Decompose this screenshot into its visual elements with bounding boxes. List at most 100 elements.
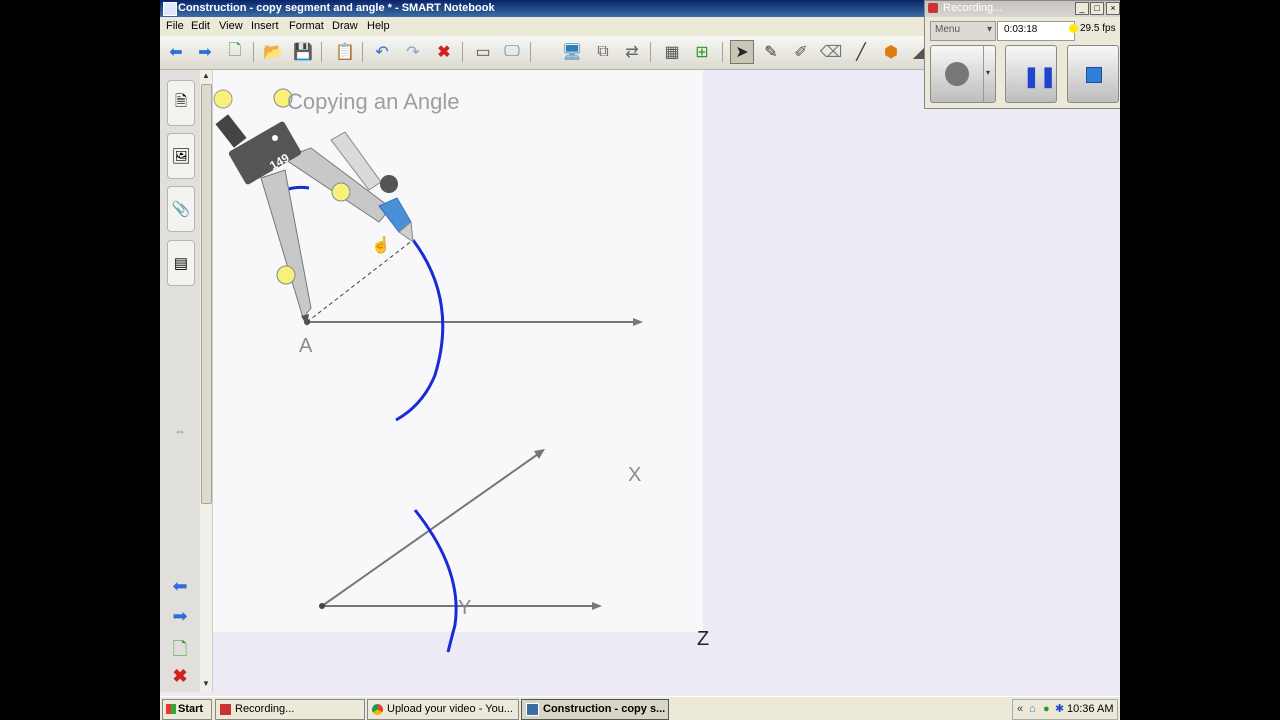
compass-radius-line [306, 239, 414, 323]
display-icon[interactable]: 🖥 [561, 41, 583, 63]
menu-format[interactable]: Format [289, 20, 324, 32]
recording-timer: 0:03:18 [997, 21, 1075, 41]
windows-flag-icon [166, 704, 176, 715]
minimize-icon[interactable]: _ [1075, 2, 1089, 15]
stop-icon [1086, 67, 1102, 83]
window-title: Construction - copy segment and angle * … [178, 2, 495, 14]
fps-readout: 29.5 fps [1069, 21, 1119, 39]
record-dot-icon [945, 62, 969, 86]
creative-pen-icon[interactable]: ✐ [790, 41, 812, 63]
delete-icon[interactable]: ✖ [433, 41, 455, 63]
dual-page-icon[interactable]: ⇄ [621, 41, 643, 63]
recording-title: Recording... [943, 2, 1003, 14]
stop-button[interactable] [1067, 45, 1119, 103]
eraser-icon[interactable]: ⌫ [820, 41, 843, 63]
close-icon[interactable]: × [1106, 2, 1120, 15]
scroll-up-icon[interactable]: ▲ [201, 71, 211, 83]
insert-icon[interactable]: ⊞ [691, 41, 713, 63]
save-icon[interactable]: 💾 [292, 41, 314, 63]
gallery-icon[interactable]: 🖼 [167, 133, 195, 179]
add-page-side-icon[interactable]: 🗋 [169, 637, 191, 667]
attachments-icon[interactable]: 📎 [167, 186, 195, 232]
task-label: Construction - copy s... [543, 703, 666, 715]
menu-edit[interactable]: Edit [191, 20, 210, 32]
record-icon [928, 3, 938, 13]
chrome-icon [372, 703, 383, 715]
next-page-icon[interactable]: ➡ [169, 606, 191, 627]
construction-arc-a [395, 239, 445, 422]
scroll-down-icon[interactable]: ▼ [201, 679, 211, 691]
system-tray: « ⌂ ● ✱ 10:36 AM [1012, 699, 1118, 720]
ray-yz-arrowhead [592, 602, 602, 610]
ray-yx-arrowhead [534, 449, 545, 459]
network-icon[interactable]: ⌂ [1029, 700, 1036, 719]
delete-page-icon[interactable]: ✖ [169, 666, 191, 687]
capture-icon[interactable]: ⧉ [592, 41, 614, 63]
task-label: Upload your video - You... [387, 703, 513, 715]
title-handle[interactable] [213, 89, 233, 109]
clock[interactable]: 10:36 AM [1067, 700, 1113, 719]
menu-help[interactable]: Help [367, 20, 390, 32]
compass-tool[interactable] [215, 88, 414, 326]
menu-draw[interactable]: Draw [332, 20, 358, 32]
record-dropdown-icon[interactable]: ▾ [986, 68, 990, 77]
recording-widget: Recording... _ □ × Menu ▾ 0:03:18 29.5 f… [924, 0, 1120, 109]
screen: Construction - copy segment and angle * … [160, 0, 1120, 720]
chevron-down-icon: ▾ [986, 24, 992, 35]
paste-icon[interactable]: 📋 [334, 41, 356, 63]
vertical-scrollbar[interactable]: ▲ ▼ [200, 70, 213, 692]
pause-icon: ❚❚ [1023, 66, 1057, 88]
open-folder-icon[interactable]: 📂 [262, 41, 284, 63]
menu-insert[interactable]: Insert [251, 20, 279, 32]
side-tab-panel: 🗎 🖼 📎 ▤ ⇔ ⬅ ➡ 🗋 ✖ [160, 70, 201, 692]
ray-yx [321, 451, 542, 607]
record-button[interactable]: ▾ [930, 45, 996, 103]
start-label: Start [178, 703, 204, 715]
notebook-canvas[interactable]: 149 ☝ Copying an Angle A X Y Z [213, 70, 1120, 692]
recorder-app-icon [220, 703, 231, 715]
add-page-icon[interactable]: 🗋 [224, 41, 246, 63]
task-browser[interactable]: Upload your video - You... [367, 699, 519, 720]
label-z: Z [697, 628, 710, 650]
construction-arc-y [413, 509, 458, 653]
previous-page-icon[interactable]: ⬅ [169, 576, 191, 597]
construction-drawing: 149 ☝ [213, 88, 643, 653]
recorder-menu-label: Menu [935, 24, 961, 35]
pen-icon[interactable]: ✎ [760, 41, 782, 63]
screen-shade-icon[interactable]: ▭ [472, 41, 494, 63]
page-sorter-icon[interactable]: 🗎 [167, 80, 195, 126]
select-icon[interactable]: ➤ [730, 40, 754, 64]
task-label: Recording... [235, 703, 295, 715]
redo-icon[interactable]: ↷ [402, 41, 424, 63]
task-recording[interactable]: Recording... [215, 699, 365, 720]
recorder-menu-dropdown[interactable]: Menu ▾ [930, 21, 996, 41]
taskbar: Start Recording... Upload your video - Y… [160, 696, 1120, 720]
menu-view[interactable]: View [219, 20, 243, 32]
recording-title-bar: Recording... _ □ × [925, 1, 1120, 17]
tray-expand-icon[interactable]: « [1017, 700, 1023, 719]
forward-arrow-icon[interactable]: ➡ [194, 41, 216, 63]
security-icon[interactable]: ● [1043, 700, 1050, 719]
properties-icon[interactable]: ▤ [167, 240, 195, 286]
start-button[interactable]: Start [162, 699, 212, 720]
fps-indicator-icon [1069, 23, 1078, 33]
task-smart-notebook[interactable]: Construction - copy s... [521, 699, 669, 720]
shape-icon[interactable]: ⬢ [880, 41, 902, 63]
scroll-thumb[interactable] [201, 84, 212, 504]
line-icon[interactable]: ╱ [850, 41, 872, 63]
resize-handle-icon[interactable]: ⇔ [169, 424, 191, 438]
page-title[interactable]: Copying an Angle [287, 89, 459, 115]
smart-notebook-app-icon [163, 2, 177, 16]
undo-icon[interactable]: ↶ [371, 41, 393, 63]
pause-button[interactable]: ❚❚ [1005, 45, 1057, 103]
table-icon[interactable]: ▦ [661, 41, 683, 63]
maximize-icon[interactable]: □ [1090, 2, 1104, 15]
menu-file[interactable]: File [166, 20, 184, 32]
bluetooth-icon[interactable]: ✱ [1055, 700, 1064, 719]
fps-value: 29.5 fps [1080, 23, 1116, 34]
label-a: A [299, 335, 313, 357]
smart-notebook-icon [526, 702, 539, 716]
full-screen-icon[interactable]: 🖵 [501, 41, 523, 63]
point-y [319, 603, 325, 609]
back-arrow-icon[interactable]: ⬅ [165, 41, 187, 63]
